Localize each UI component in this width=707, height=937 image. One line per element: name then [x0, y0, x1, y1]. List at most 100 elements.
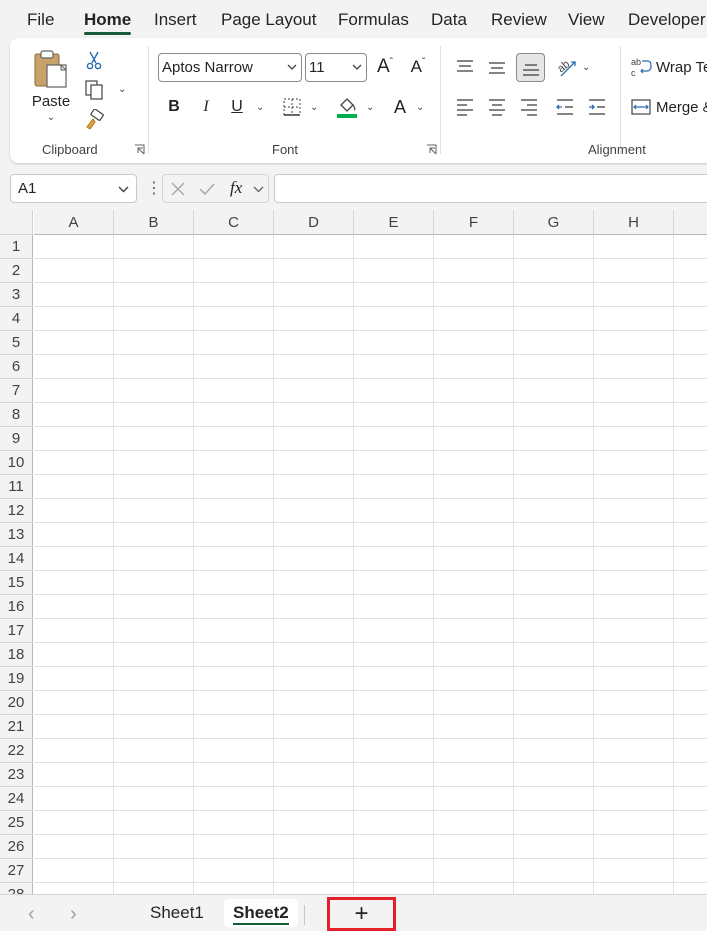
row-header-28[interactable]: 28 [0, 883, 33, 894]
sheet-tab-sheet1[interactable]: Sheet1 [150, 903, 204, 923]
column-header-overflow[interactable] [674, 210, 707, 235]
group-divider [620, 46, 621, 154]
row-header-22[interactable]: 22 [0, 739, 33, 763]
sheet-tab-sheet2[interactable]: Sheet2 [224, 899, 298, 927]
column-header-c[interactable]: C [194, 210, 274, 235]
align-right-button[interactable] [516, 94, 542, 120]
row-header-11[interactable]: 11 [0, 475, 33, 499]
scroll-tabs-left-icon[interactable]: ‹ [28, 903, 35, 926]
chevron-down-icon[interactable] [253, 185, 264, 194]
tab-formulas[interactable]: Formulas [338, 10, 409, 30]
decrease-indent-button[interactable] [552, 94, 578, 120]
column-header-f[interactable]: F [434, 210, 514, 235]
tab-insert[interactable]: Insert [154, 10, 197, 30]
column-header-e[interactable]: E [354, 210, 434, 235]
align-top-button[interactable] [452, 54, 478, 80]
orientation-chevron-icon[interactable]: ⌄ [582, 62, 590, 73]
column-header-g[interactable]: G [514, 210, 594, 235]
cut-button[interactable] [82, 48, 106, 72]
name-box[interactable]: A1 [10, 174, 137, 203]
row-header-23[interactable]: 23 [0, 763, 33, 787]
row-header-2[interactable]: 2 [0, 259, 33, 283]
row-header-18[interactable]: 18 [0, 643, 33, 667]
fill-chevron-icon[interactable]: ⌄ [366, 102, 374, 113]
row-header-4[interactable]: 4 [0, 307, 33, 331]
align-bottom-button[interactable] [516, 53, 545, 82]
column-header-b[interactable]: B [114, 210, 194, 235]
row-header-16[interactable]: 16 [0, 595, 33, 619]
column-header-h[interactable]: H [594, 210, 674, 235]
shrink-font-button[interactable]: Aˇ [405, 54, 431, 80]
formula-bar-grip-icon[interactable]: ⋮ [146, 178, 162, 198]
row-header-24[interactable]: 24 [0, 787, 33, 811]
align-middle-button[interactable] [484, 54, 510, 80]
row-header-1[interactable]: 1 [0, 235, 33, 259]
increase-indent-button[interactable] [584, 94, 610, 120]
grow-font-label: A [376, 56, 390, 77]
cell-area[interactable] [34, 235, 707, 894]
font-color-chevron-icon[interactable]: ⌄ [416, 102, 424, 113]
scroll-tabs-right-icon[interactable]: › [70, 903, 77, 926]
row-header-12[interactable]: 12 [0, 499, 33, 523]
row-header-15[interactable]: 15 [0, 571, 33, 595]
borders-chevron-icon[interactable]: ⌄ [310, 102, 318, 113]
insert-function-button[interactable]: fx [230, 178, 242, 198]
enter-check-icon[interactable] [199, 182, 215, 196]
format-painter-button[interactable] [82, 108, 106, 132]
row-gridline [34, 522, 707, 523]
formula-input[interactable] [274, 174, 707, 203]
row-header-5[interactable]: 5 [0, 331, 33, 355]
clipboard-launcher-icon[interactable] [134, 144, 145, 155]
add-sheet-button[interactable]: + [327, 897, 396, 931]
row-header-17[interactable]: 17 [0, 619, 33, 643]
row-header-20[interactable]: 20 [0, 691, 33, 715]
column-gridline [673, 235, 674, 894]
tab-developer[interactable]: Developer [628, 10, 706, 30]
row-header-25[interactable]: 25 [0, 811, 33, 835]
row-header-3[interactable]: 3 [0, 283, 33, 307]
fill-color-button[interactable] [334, 94, 360, 120]
chevron-down-icon[interactable] [118, 184, 129, 194]
borders-button[interactable] [280, 95, 304, 119]
row-header-13[interactable]: 13 [0, 523, 33, 547]
row-header-21[interactable]: 21 [0, 715, 33, 739]
copy-button[interactable] [82, 78, 106, 102]
select-all-corner[interactable] [0, 210, 33, 235]
wrap-text-button[interactable]: ab c Wrap Te [630, 54, 707, 80]
italic-button[interactable]: I [194, 94, 218, 120]
align-left-button[interactable] [452, 94, 478, 120]
row-header-6[interactable]: 6 [0, 355, 33, 379]
tab-home[interactable]: Home [84, 10, 132, 35]
font-color-button[interactable]: A [388, 94, 412, 120]
row-header-19[interactable]: 19 [0, 667, 33, 691]
font-launcher-icon[interactable] [426, 144, 437, 155]
column-header-d[interactable]: D [274, 210, 354, 235]
paste-button[interactable]: Paste ⌄ [26, 46, 76, 126]
row-header-27[interactable]: 27 [0, 859, 33, 883]
merge-button[interactable]: Merge & [630, 94, 707, 120]
tab-file[interactable]: File [27, 10, 54, 30]
row-header-14[interactable]: 14 [0, 547, 33, 571]
row-header-10[interactable]: 10 [0, 451, 33, 475]
copy-chevron-icon[interactable]: ⌄ [118, 84, 126, 95]
bold-button[interactable]: B [162, 94, 186, 120]
cancel-icon[interactable] [171, 182, 185, 196]
font-name-select[interactable]: Aptos Narrow [158, 53, 302, 82]
orientation-button[interactable]: ab [553, 54, 579, 80]
row-header-7[interactable]: 7 [0, 379, 33, 403]
row-header-8[interactable]: 8 [0, 403, 33, 427]
tab-page-layout[interactable]: Page Layout [221, 10, 316, 30]
column-header-a[interactable]: A [34, 210, 114, 235]
grow-font-button[interactable]: Aˆ [372, 54, 398, 80]
align-center-button[interactable] [484, 94, 510, 120]
tab-data[interactable]: Data [431, 10, 467, 30]
row-header-9[interactable]: 9 [0, 427, 33, 451]
column-gridline [433, 235, 434, 894]
tab-view[interactable]: View [568, 10, 605, 30]
font-size-select[interactable]: 11 [305, 53, 367, 82]
underline-chevron-icon[interactable]: ⌄ [256, 102, 264, 113]
paste-chevron-icon[interactable]: ⌄ [47, 112, 55, 123]
row-header-26[interactable]: 26 [0, 835, 33, 859]
tab-review[interactable]: Review [491, 10, 547, 30]
underline-button[interactable]: U [225, 94, 249, 120]
